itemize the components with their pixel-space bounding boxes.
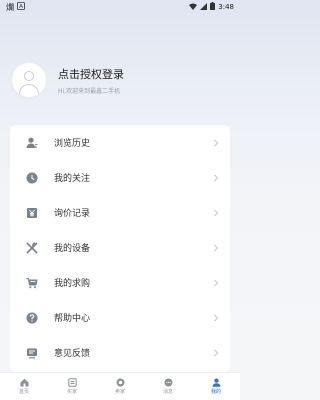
wifi-icon [189, 3, 198, 12]
chevron-right-icon [214, 349, 219, 356]
tab-label: 首页 [18, 389, 29, 395]
chevron-right-icon [214, 139, 219, 146]
menu-item-feedback[interactable]: 意见反馈 [10, 335, 230, 370]
status-left: 爛 A [6, 2, 25, 13]
chevron-right-icon [214, 279, 219, 286]
menu-item-following[interactable]: 我的关注 [10, 160, 230, 195]
menu-label: 意见反馈 [54, 349, 91, 359]
buyer-icon [67, 378, 77, 387]
menu-label: 我的关注 [54, 174, 91, 184]
bottom-tab-bar: 首页 买家 卖家 消息 我的 [0, 372, 240, 400]
quote-icon [26, 207, 38, 219]
avatar-body-shape [19, 84, 39, 97]
tab-home[interactable]: 首页 [0, 373, 48, 400]
tab-label: 买家 [66, 389, 77, 395]
clock-time: 3:48 [218, 3, 234, 11]
notification-glyph-1: 爛 [6, 2, 14, 12]
menu-label: 帮助中心 [54, 314, 91, 324]
chevron-right-icon [214, 209, 219, 216]
tab-mine[interactable]: 我的 [192, 373, 240, 400]
cart-icon [26, 277, 38, 289]
feedback-icon [26, 347, 38, 359]
avatar[interactable] [10, 61, 48, 99]
home-icon [20, 378, 28, 387]
status-bar: 爛 A 3:48 [0, 0, 240, 14]
svg-text:A: A [19, 4, 23, 10]
menu-item-history[interactable]: 浏览历史 [10, 125, 230, 160]
tools-icon [26, 241, 38, 254]
menu-card: 浏览历史 我的关注 询价记录 我的设备 我的求购 帮助中心 意见反馈 [10, 125, 230, 372]
welcome-text: Hi,欢迎来到最鑫二手机 [58, 87, 121, 95]
tab-buyer[interactable]: 买家 [48, 373, 96, 400]
menu-label: 我的设备 [54, 244, 91, 254]
signal-icon [200, 2, 208, 12]
menu-item-devices[interactable]: 我的设备 [10, 230, 230, 265]
tab-seller[interactable]: 卖家 [96, 373, 144, 400]
clock-follow-icon [26, 172, 38, 184]
message-icon [164, 378, 172, 387]
menu-item-quotes[interactable]: 询价记录 [10, 195, 230, 230]
history-icon [26, 137, 38, 149]
profile-text: 点击授权登录 Hi,欢迎来到最鑫二手机 [58, 66, 124, 95]
avatar-head-shape [24, 71, 34, 81]
seller-icon [116, 378, 124, 387]
chevron-right-icon [214, 314, 219, 321]
notification-icon: A [17, 2, 25, 12]
profile-icon [212, 378, 220, 387]
battery-icon [210, 2, 216, 12]
menu-label: 浏览历史 [54, 139, 91, 149]
help-icon [26, 312, 38, 324]
profile-header[interactable]: 点击授权登录 Hi,欢迎来到最鑫二手机 [10, 58, 230, 102]
tab-label: 消息 [162, 389, 173, 395]
status-right: 3:48 [189, 2, 234, 12]
menu-item-wanted[interactable]: 我的求购 [10, 265, 230, 300]
tab-messages[interactable]: 消息 [144, 373, 192, 400]
tab-label: 卖家 [114, 389, 125, 395]
menu-item-help[interactable]: 帮助中心 [10, 300, 230, 335]
chevron-right-icon [214, 244, 219, 251]
login-prompt[interactable]: 点击授权登录 [58, 66, 124, 82]
menu-label: 我的求购 [54, 279, 91, 289]
menu-label: 询价记录 [54, 209, 91, 219]
chevron-right-icon [214, 174, 219, 181]
tab-label: 我的 [210, 389, 221, 395]
